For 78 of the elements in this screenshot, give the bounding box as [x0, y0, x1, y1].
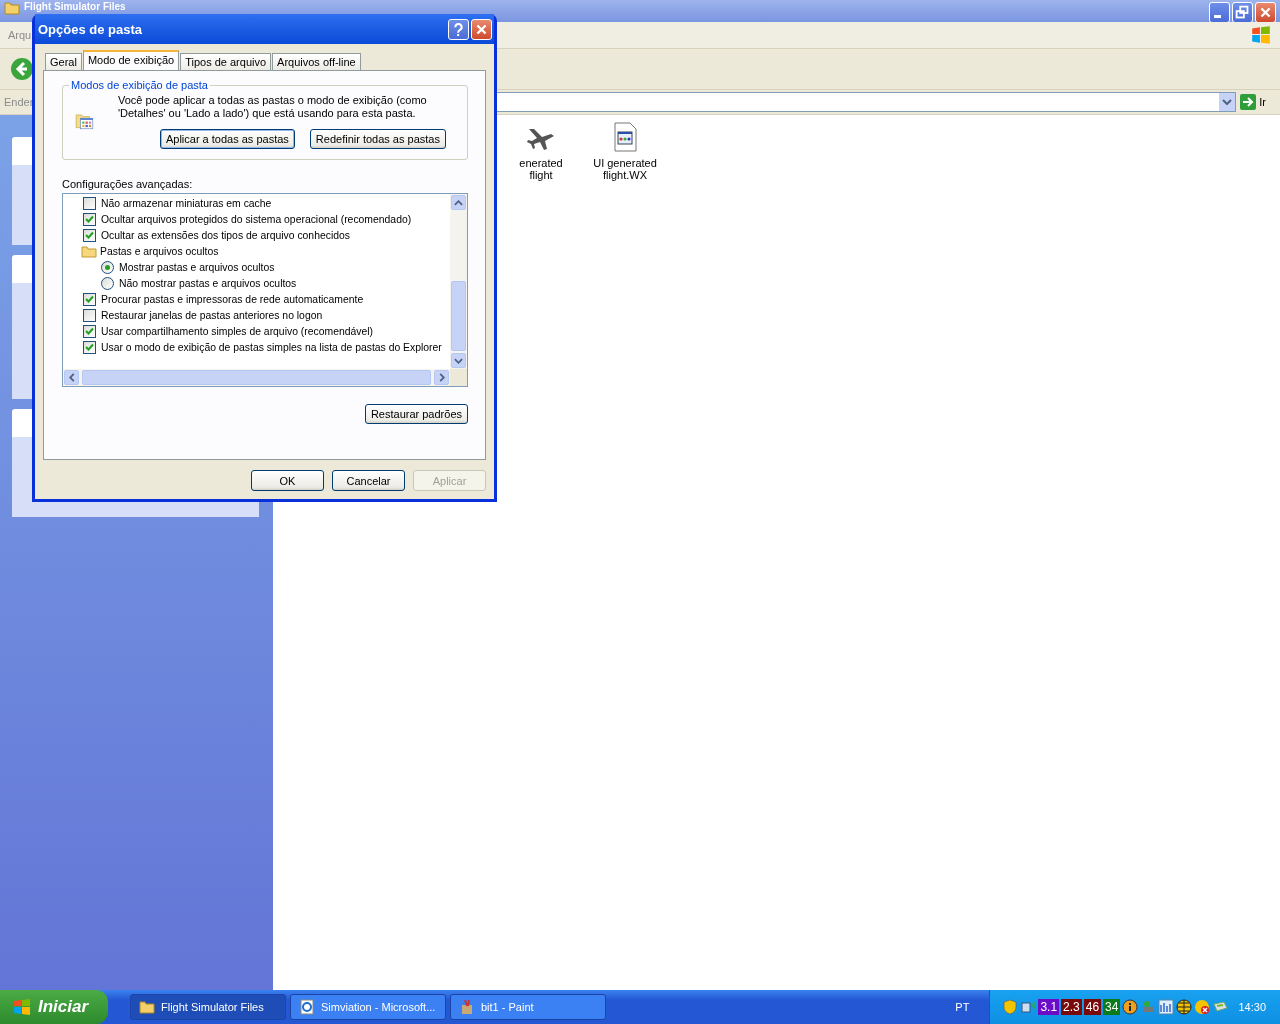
scroll-right-button[interactable]	[434, 370, 449, 385]
scroll-thumb[interactable]	[82, 370, 431, 385]
windows-logo-icon	[1250, 24, 1272, 46]
scroll-down-button[interactable]	[451, 353, 466, 368]
setting-label[interactable]: Ocultar as extensões dos tipos de arquivo conhecidos	[101, 229, 350, 241]
network-icon[interactable]	[1020, 999, 1037, 1015]
section-label: Configurações avançadas:	[62, 178, 194, 190]
radio-button[interactable]	[101, 260, 114, 274]
tab[interactable]: Arquivos off-line	[272, 53, 361, 70]
checkbox[interactable]	[83, 228, 96, 242]
globe-icon[interactable]	[1176, 999, 1193, 1015]
minimize-button[interactable]	[1209, 2, 1230, 23]
minimize-icon	[1214, 15, 1221, 18]
setting-label[interactable]: Procurar pastas e impressoras de rede automaticamente	[101, 293, 364, 305]
dropdown-button[interactable]	[1219, 93, 1236, 111]
checkbox[interactable]	[83, 196, 96, 210]
taskbar-button[interactable]: Flight Simulator Files	[130, 994, 286, 1020]
go-button[interactable]: Ir	[1240, 94, 1280, 110]
checkbox[interactable]	[83, 324, 96, 338]
file-name[interactable]: UI generated flight.WX	[591, 157, 659, 181]
dialog-title: Opções de pasta	[38, 21, 143, 37]
checkbox[interactable]	[83, 212, 96, 226]
setting-label[interactable]: Usar compartilhamento simples de arquivo (recomendável)	[101, 325, 373, 337]
shield-icon[interactable]	[1002, 999, 1019, 1015]
setting-label[interactable]: Não armazenar miniaturas em cache	[101, 197, 272, 209]
browser-icon	[299, 999, 315, 1015]
group-title: Modos de exibição de pasta	[69, 79, 210, 91]
tray-counter[interactable]: 46	[1083, 999, 1102, 1015]
checkmark-icon	[85, 294, 94, 304]
taskbar-button[interactable]: Simviation - Microsoft...	[290, 994, 446, 1020]
scroll-thumb[interactable]	[451, 281, 466, 351]
clock: 14:30	[1238, 1001, 1266, 1013]
description-text: Você pode aplicar a todas as pastas o modo de exibição (como 'Detalhes' ou 'Lado a lado') que está usando para esta pasta.	[117, 94, 428, 120]
horizontal-scrollbar[interactable]	[63, 369, 467, 386]
close-button[interactable]	[471, 18, 492, 40]
window-title: Flight Simulator Files	[24, 1, 126, 13]
tab[interactable]: Tipos de arquivo	[180, 53, 272, 70]
file-name[interactable]: enerated flight	[507, 157, 575, 181]
arrow-icon	[1240, 94, 1257, 110]
warning-icon[interactable]	[1194, 999, 1211, 1015]
apply-button[interactable]: Aplicar a todas as pastas	[159, 129, 295, 149]
restore-button[interactable]	[1232, 2, 1253, 23]
address-label: Ender	[4, 96, 34, 108]
tray-counter[interactable]: 3.1	[1038, 999, 1060, 1015]
setting-label[interactable]: Usar o modo de exibição de pastas simples na lista de pastas do Explorer	[101, 341, 442, 353]
paint-icon	[459, 999, 475, 1015]
graphics-card-icon[interactable]	[1212, 999, 1229, 1015]
chart-icon[interactable]	[1158, 999, 1175, 1015]
tab[interactable]: Geral	[45, 53, 82, 70]
setting-label[interactable]: Mostrar pastas e arquivos ocultos	[119, 261, 275, 273]
setting-group-label: Pastas e arquivos ocultos	[100, 245, 219, 257]
folder-icon	[139, 1000, 155, 1014]
setting-label[interactable]: Restaurar janelas de pastas anteriores no logon	[101, 309, 323, 321]
dialog-button[interactable]: Cancelar	[332, 470, 405, 491]
info-icon[interactable]	[1122, 999, 1139, 1015]
help-button[interactable]	[448, 18, 469, 40]
scroll-left-button[interactable]	[64, 370, 79, 385]
radio-button[interactable]	[101, 276, 114, 290]
vertical-scrollbar[interactable]	[450, 194, 467, 369]
folder-icon	[4, 1, 20, 15]
windows-logo-icon	[12, 997, 32, 1017]
checkbox[interactable]	[83, 292, 96, 306]
tray-counter[interactable]: 2.3	[1061, 999, 1082, 1015]
checkbox[interactable]	[83, 340, 96, 354]
setting-label[interactable]: Não mostrar pastas e arquivos ocultos	[119, 277, 297, 289]
language-indicator[interactable]: PT	[955, 1001, 970, 1013]
checkbox[interactable]	[83, 308, 96, 322]
restore-defaults-button[interactable]: Restaurar padrões	[364, 404, 468, 424]
scrollbar-corner	[450, 369, 467, 386]
tab[interactable]: Modo de exibição	[82, 50, 180, 70]
tray-counter[interactable]: 34	[1103, 999, 1121, 1015]
taskbar-button[interactable]: bit1 - Paint	[450, 994, 606, 1020]
dialog-button[interactable]: OK	[251, 470, 324, 491]
setting-label[interactable]: Ocultar arquivos protegidos do sistema operacional (recomendado)	[101, 213, 412, 225]
apply-button[interactable]: Redefinir todas as pastas	[309, 129, 446, 149]
start-button[interactable]: Iniciar	[0, 990, 108, 1024]
scroll-up-button[interactable]	[451, 195, 466, 210]
close-button[interactable]	[1255, 2, 1276, 23]
